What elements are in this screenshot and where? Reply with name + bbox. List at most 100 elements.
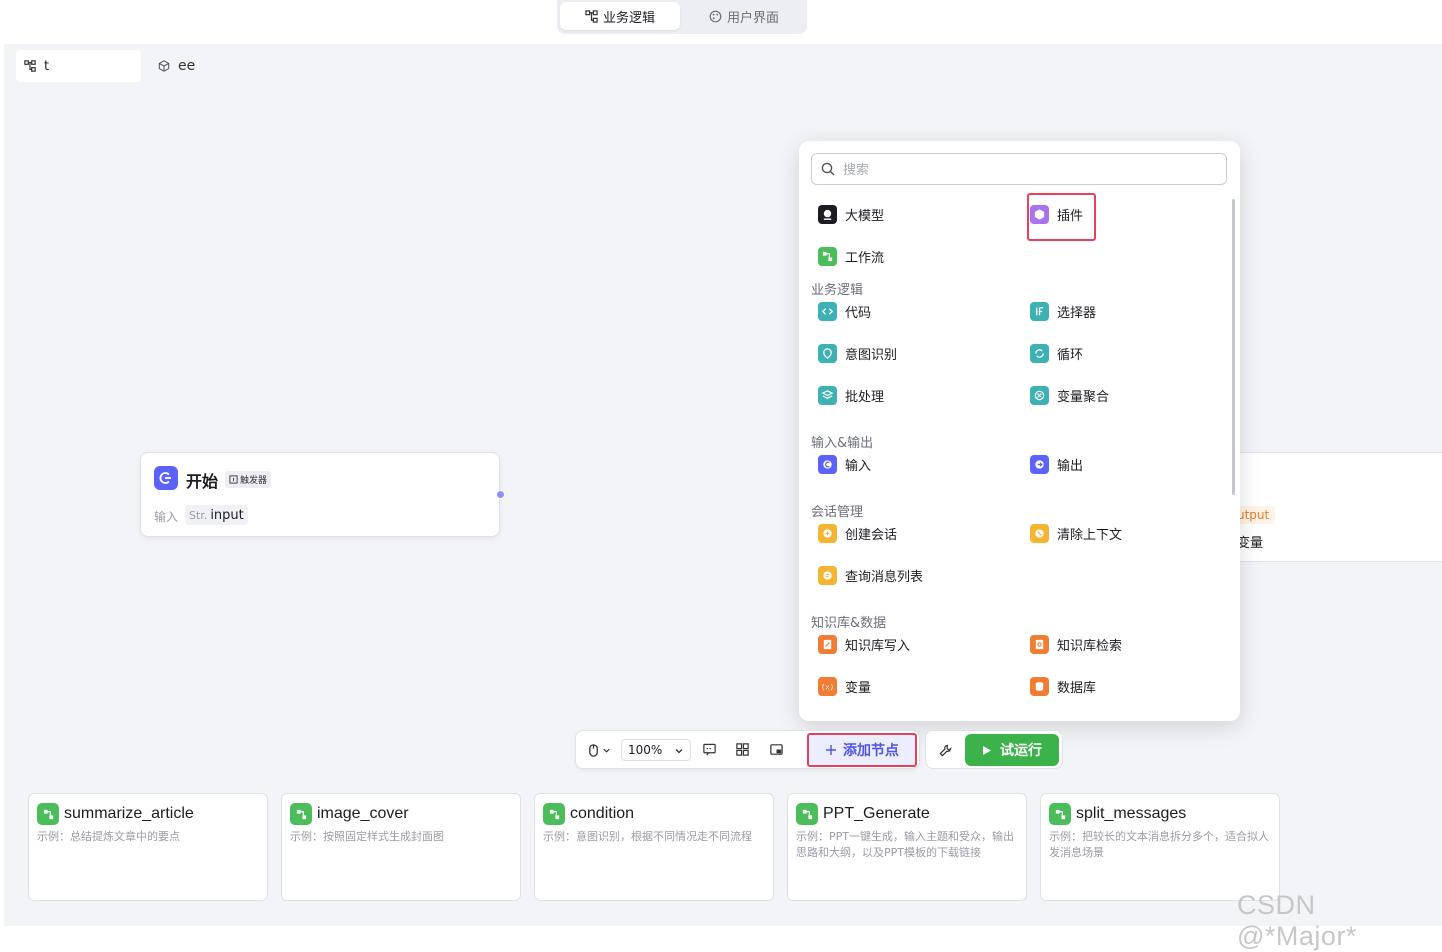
template-card[interactable]: condition 示例：意图识别，根据不同情况走不同流程	[534, 793, 774, 901]
template-card-header: split_messages	[1049, 803, 1271, 825]
node-option-label: 知识库检索	[1057, 638, 1123, 654]
section-header: 会话管理	[811, 505, 864, 520]
node-option-label: 大模型	[845, 208, 885, 224]
start-input-name: input	[210, 507, 244, 523]
svg-text:(x): (x)	[821, 682, 834, 691]
template-card-title: summarize_article	[64, 805, 194, 822]
llm-icon	[818, 204, 837, 224]
zoom-select[interactable]: 100%	[621, 739, 691, 761]
workflow-icon	[796, 803, 818, 825]
test-run-label: 试运行	[1000, 743, 1042, 759]
node-option-17[interactable]: 数据库	[1027, 674, 1096, 698]
node-option-2[interactable]: 工作流	[815, 244, 884, 268]
node-option-3[interactable]: 代码	[815, 299, 871, 323]
zoom-value: 100%	[628, 743, 663, 757]
file-tab-t-label: t	[44, 58, 50, 74]
node-option-label: 输出	[1057, 458, 1084, 474]
minimap-icon	[769, 743, 783, 755]
test-run-button[interactable]: 试运行	[965, 734, 1059, 766]
trigger-badge: 触发器	[225, 471, 272, 488]
template-card-title: split_messages	[1076, 805, 1187, 822]
template-card-header: summarize_article	[37, 803, 259, 825]
cube-icon	[158, 60, 170, 72]
template-card[interactable]: PPT_Generate 示例：PPT一键生成，输入主题和受众，输出思路和大纲，以…	[787, 793, 1027, 901]
tab-user-interface[interactable]: 用户界面	[684, 2, 804, 30]
start-input-tag: Str. input	[185, 505, 248, 525]
start-node-output-port[interactable]	[496, 490, 505, 499]
template-card-header: condition	[543, 803, 765, 825]
section-header: 知识库&数据	[811, 616, 887, 631]
chevron-down-icon[interactable]	[600, 741, 612, 759]
template-card[interactable]: image_cover 示例：按照固定样式生成封面图	[281, 793, 521, 901]
batch-icon	[818, 385, 837, 405]
template-card-title: condition	[570, 805, 635, 822]
section-header: 业务逻辑	[811, 283, 864, 298]
node-option-label: 数据库	[1057, 680, 1097, 696]
start-input-label: 输入	[154, 510, 179, 524]
chevron-down-icon	[675, 749, 683, 754]
node-option-label: 知识库写入	[845, 638, 911, 654]
template-card[interactable]: split_messages 示例：把较长的文本消息拆分多个，适合拟人发消息场景	[1040, 793, 1280, 901]
start-node-title: 开始	[186, 472, 219, 491]
wrench-icon	[938, 744, 951, 757]
minimap-button[interactable]	[767, 740, 785, 758]
trigger-badge-label: 触发器	[240, 476, 268, 486]
node-search-input[interactable]	[843, 161, 1203, 177]
node-option-9[interactable]: 输入	[815, 452, 871, 476]
node-option-12[interactable]: 清除上下文	[1027, 521, 1122, 545]
node-option-0[interactable]: 大模型	[815, 202, 884, 226]
auto-layout-button[interactable]	[733, 740, 751, 758]
file-tab-ee[interactable]: ee	[150, 50, 250, 82]
node-option-label: 代码	[845, 305, 872, 321]
add-node-button[interactable]: 添加节点	[807, 733, 917, 767]
run-toolbar: 试运行	[925, 730, 1063, 769]
workflow-icon	[818, 246, 837, 266]
template-card-title: image_cover	[317, 805, 409, 822]
tab-business-logic[interactable]: 业务逻辑	[560, 2, 680, 30]
kb-write-icon	[818, 634, 837, 654]
workflow-icon	[585, 9, 598, 23]
node-option-label: 查询消息列表	[845, 569, 924, 585]
node-search-box[interactable]	[811, 153, 1227, 185]
node-option-5[interactable]: 意图识别	[815, 341, 897, 365]
template-card-header: PPT_Generate	[796, 803, 1018, 825]
template-card[interactable]: summarize_article 示例：总结提炼文章中的要点	[28, 793, 268, 901]
variable-icon: (x)	[818, 676, 837, 696]
node-option-13[interactable]: 查询消息列表	[815, 563, 923, 587]
tab-user-interface-label: 用户界面	[726, 10, 779, 26]
node-option-11[interactable]: 创建会话	[815, 521, 897, 545]
plugin-highlight-box	[1027, 193, 1096, 241]
code-icon	[818, 301, 837, 321]
clear-context-icon	[1030, 523, 1049, 543]
template-card-description: 示例：意图识别，根据不同情况走不同流程	[543, 830, 752, 843]
start-node[interactable]: 开始 触发器 输入 Str. input	[140, 452, 500, 537]
template-card-description: 示例：总结提炼文章中的要点	[37, 830, 180, 843]
template-card-title: PPT_Generate	[823, 805, 930, 822]
search-icon	[821, 162, 835, 176]
aggregate-icon	[1030, 385, 1049, 405]
node-option-label: 创建会话	[845, 527, 898, 543]
node-option-label: 变量聚合	[1057, 389, 1110, 405]
tab-business-logic-label: 业务逻辑	[602, 10, 655, 26]
database-icon	[1030, 676, 1049, 696]
section-header: 输入&输出	[811, 436, 874, 451]
node-option-14[interactable]: 知识库写入	[815, 632, 910, 656]
debug-settings-button[interactable]	[936, 741, 954, 759]
if-icon	[1030, 301, 1049, 321]
node-option-label: 变量	[845, 680, 872, 696]
node-option-16[interactable]: (x) 变量	[815, 674, 871, 698]
comment-button[interactable]	[700, 740, 718, 758]
node-option-6[interactable]: 循环	[1027, 341, 1083, 365]
node-option-10[interactable]: 输出	[1027, 452, 1083, 476]
node-option-7[interactable]: 批处理	[815, 383, 884, 407]
node-option-8[interactable]: 变量聚合	[1027, 383, 1109, 407]
start-input-type: Str.	[189, 508, 208, 522]
loop-icon	[1030, 343, 1049, 363]
node-option-label: 输入	[845, 458, 872, 474]
node-option-4[interactable]: 选择器	[1027, 299, 1096, 323]
node-option-15[interactable]: 知识库检索	[1027, 632, 1122, 656]
file-tab-t[interactable]: t	[16, 50, 141, 82]
file-tab-ee-label: ee	[178, 58, 196, 74]
workflow-icon	[37, 803, 59, 825]
play-icon	[983, 745, 991, 755]
